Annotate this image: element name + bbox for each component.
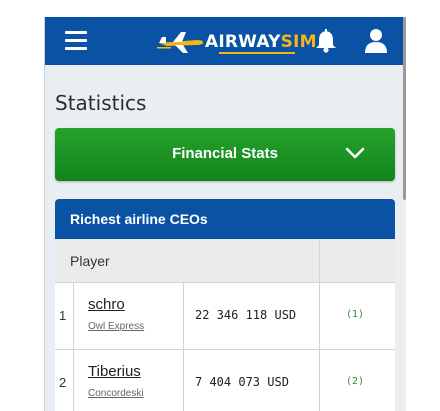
page-title: Statistics: [55, 91, 147, 115]
stats-type-dropdown[interactable]: Financial Stats: [55, 128, 395, 181]
logo-underline: [219, 52, 295, 54]
logo-text: AIRWAYSIM: [205, 32, 317, 52]
airplane-icon: [157, 32, 204, 53]
column-divider: [73, 283, 74, 349]
logo-prefix: AIRWAY: [205, 32, 281, 52]
table-row: 1 schro Owl Express 22 346 118 USD (1): [55, 283, 395, 350]
table-row: 2 Tiberius Concordeski 7 404 073 USD (2): [55, 350, 395, 411]
airwaysim-logo[interactable]: AIRWAYSIM: [157, 29, 317, 55]
hamburger-menu-icon[interactable]: [65, 31, 87, 51]
column-divider: [183, 350, 184, 411]
airline-name-link[interactable]: Concordeski: [88, 388, 144, 399]
table-header-row: Player: [55, 239, 395, 283]
airline-name-link[interactable]: Owl Express: [88, 321, 144, 332]
dropdown-selected-label: Financial Stats: [172, 145, 278, 162]
column-divider: [183, 283, 184, 349]
wealth-amount: 7 404 073 USD: [195, 375, 289, 389]
card-header: Richest airline CEOs: [55, 199, 395, 239]
rank-change: (1): [346, 309, 365, 320]
wealth-amount: 22 346 118 USD: [195, 308, 297, 322]
rank-change: (2): [346, 376, 365, 387]
rank-cell: 1: [59, 308, 67, 323]
column-divider: [319, 350, 320, 411]
app-viewport: AIRWAYSIM Statistics Financial Stats Ric…: [44, 17, 403, 411]
player-name-link[interactable]: Tiberius: [88, 363, 141, 380]
column-divider: [319, 283, 320, 349]
bell-icon[interactable]: [315, 29, 337, 53]
user-icon[interactable]: [365, 28, 387, 54]
card-title: Richest airline CEOs: [70, 211, 208, 227]
player-name-link[interactable]: schro: [88, 296, 125, 313]
column-header-player: Player: [70, 253, 110, 269]
column-divider: [319, 239, 320, 282]
logo-accent: SIM: [280, 32, 317, 52]
chevron-down-icon: [345, 147, 365, 159]
column-divider: [73, 350, 74, 411]
top-navbar: AIRWAYSIM: [45, 17, 403, 65]
richest-ceos-card: Richest airline CEOs Player 1 schro Owl …: [55, 199, 395, 411]
rank-cell: 2: [59, 375, 67, 390]
scrollbar-thumb[interactable]: [403, 17, 406, 200]
